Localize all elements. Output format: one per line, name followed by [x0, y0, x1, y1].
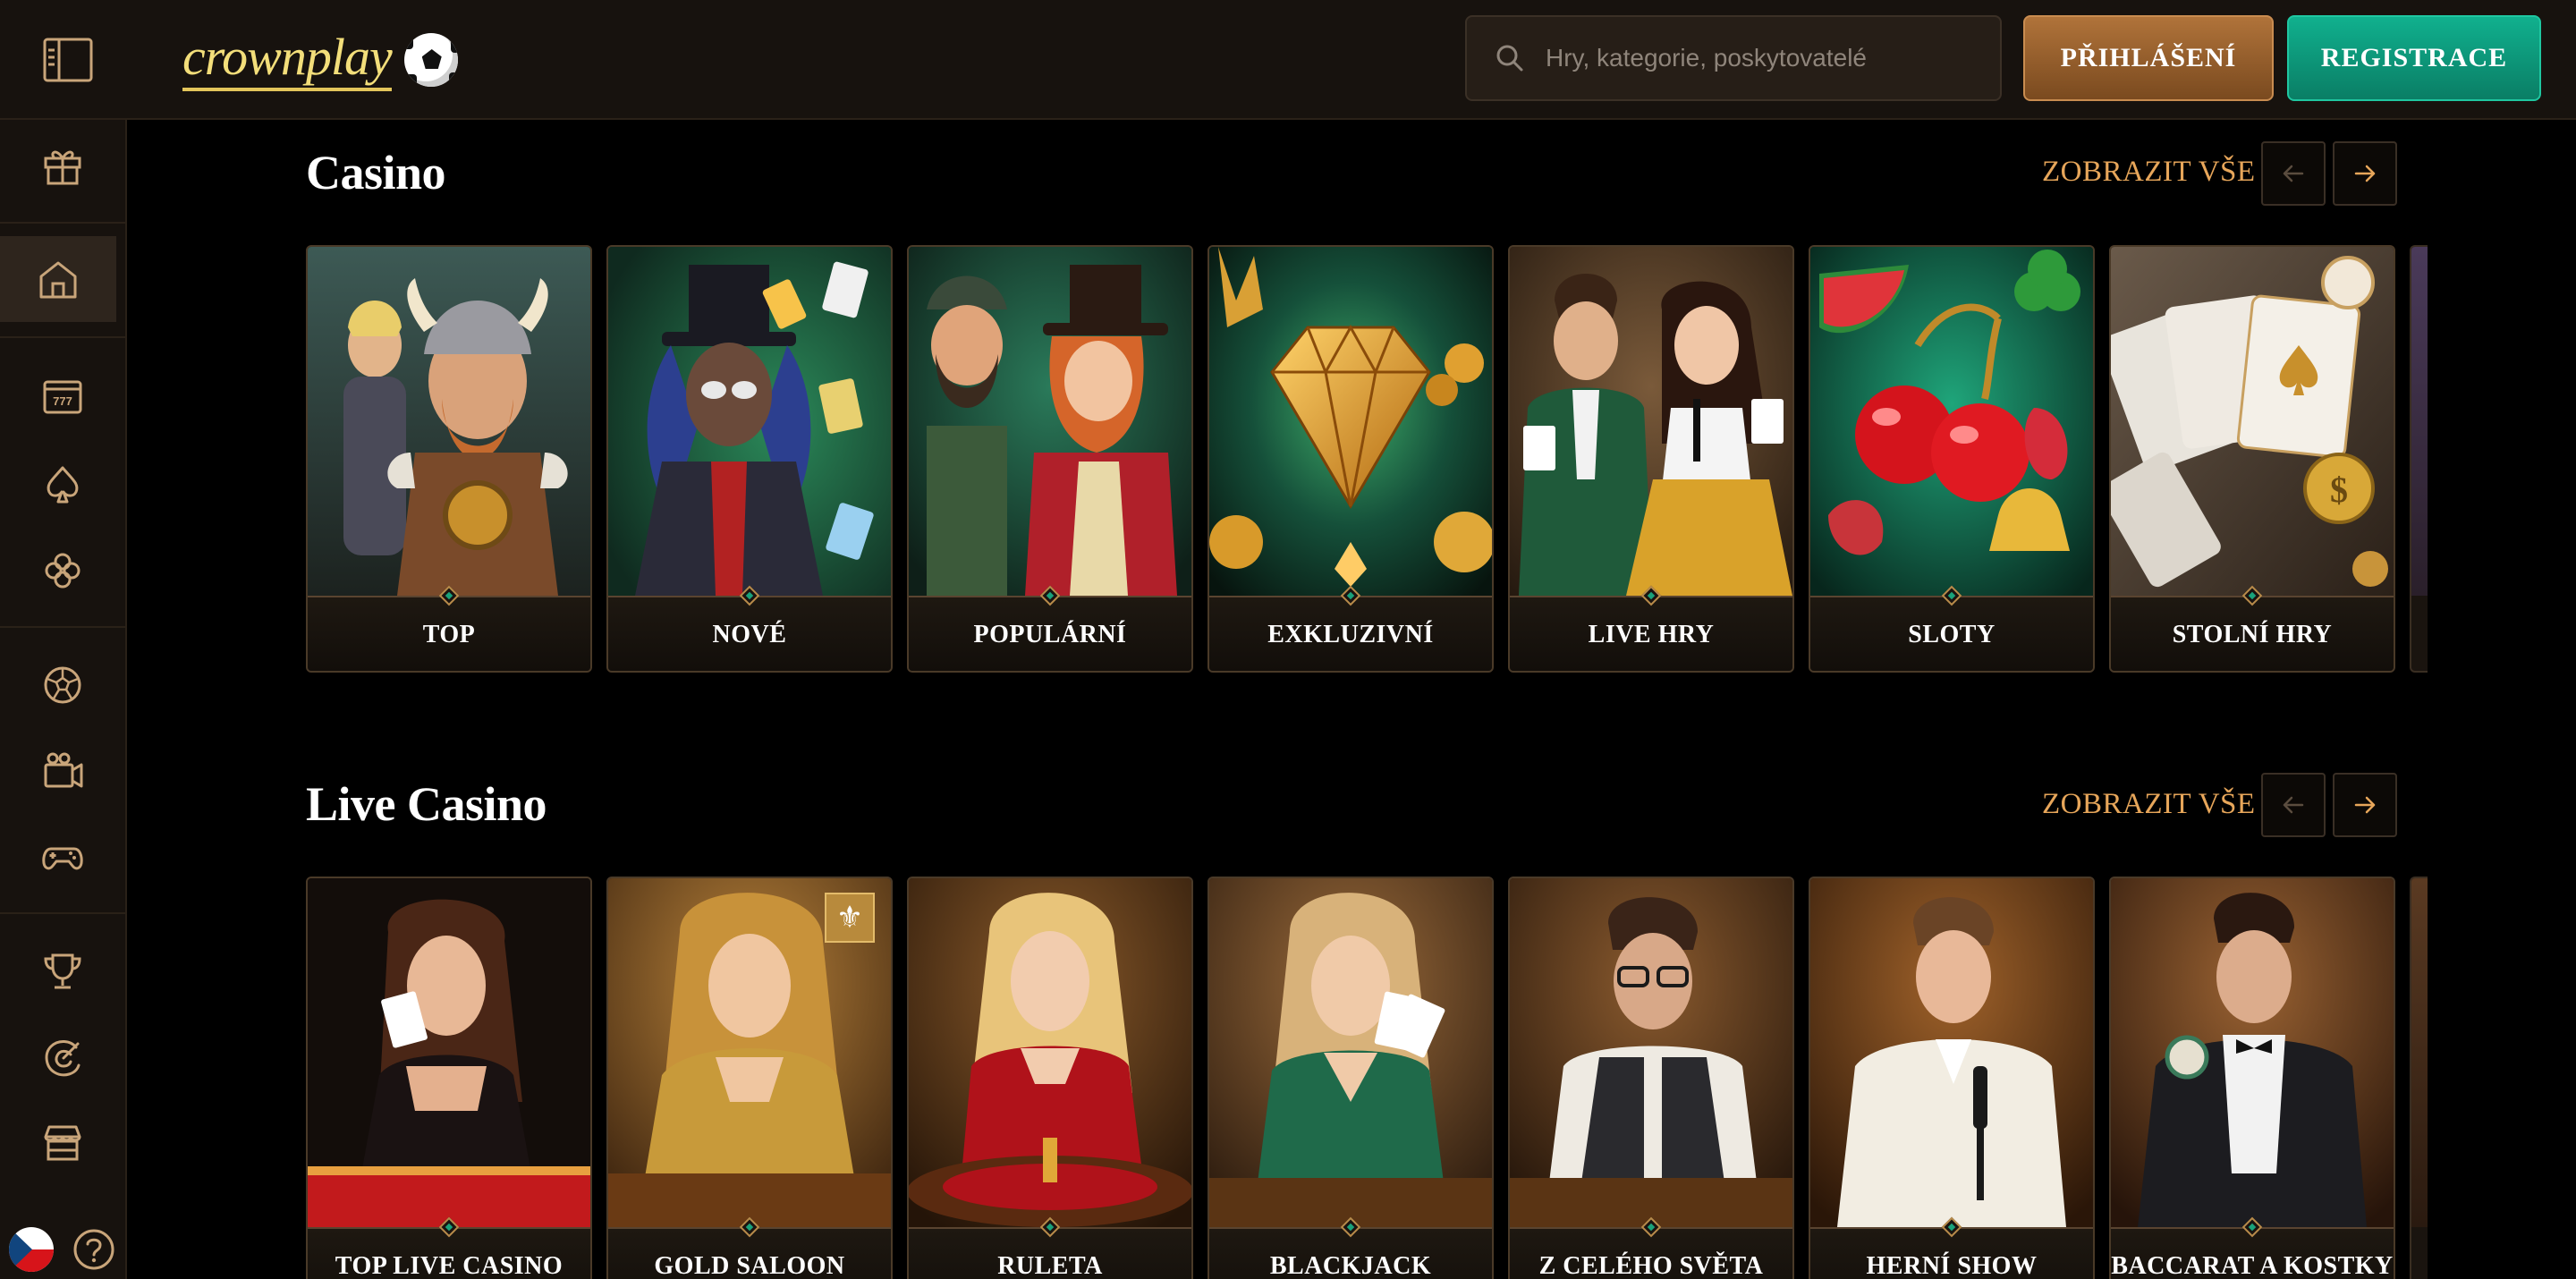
card-image-dealer-green [1209, 878, 1492, 1227]
card-image-fruits [1810, 247, 2093, 596]
login-button[interactable]: PŘIHLÁŠENÍ [2023, 15, 2274, 101]
live-card-worldwide[interactable]: Z CELÉHO SVĚTA [1508, 877, 1794, 1279]
fleur-de-lis-icon: ⚜ [825, 893, 875, 943]
soccer-ball-icon [403, 33, 458, 87]
card-image-dealer-bowtie [2111, 878, 2394, 1227]
sidebar-footer [0, 1220, 125, 1279]
arrow-left-icon [2283, 165, 2304, 182]
cz-flag-icon[interactable] [9, 1227, 54, 1272]
sidebar-item-sports[interactable] [0, 642, 125, 728]
card-image-host-white [1810, 878, 2093, 1227]
category-card-top[interactable]: TOP [306, 245, 592, 673]
live-card-blackjack[interactable]: BLACKJACK [1208, 877, 1494, 1279]
sidebar-item-table-games[interactable] [0, 442, 125, 528]
category-card-slots[interactable]: SLOTY [1809, 245, 2095, 673]
home-icon [39, 261, 77, 299]
card-image-cards: $ [2111, 247, 2394, 596]
help-icon[interactable] [72, 1227, 116, 1272]
live-casino-prev-button[interactable] [2261, 773, 2326, 837]
register-button[interactable]: REGISTRACE [2287, 15, 2541, 101]
casino-prev-button[interactable] [2261, 141, 2326, 206]
logo-text: crownplay [182, 29, 393, 91]
arrow-left-icon [2283, 796, 2304, 814]
card-image-dealer-vest [1510, 878, 1792, 1227]
card-label: EXKLUZIVNÍ [1209, 596, 1492, 671]
sidebar-item-shop[interactable] [0, 1100, 125, 1186]
sidebar-item-live-tv[interactable] [0, 728, 125, 814]
category-card-table-games[interactable]: $ STOLNÍ HRY [2109, 245, 2395, 673]
card-label: POPULÁRNÍ [909, 596, 1191, 671]
sidebar-item-home[interactable] [0, 236, 116, 322]
svg-text:777: 777 [53, 394, 72, 408]
live-casino-view-all-link[interactable]: ZOBRAZIT VŠE [2042, 788, 2256, 821]
sidebar-toggle-icon[interactable] [41, 36, 95, 84]
category-card-new[interactable]: NOVÉ [606, 245, 893, 673]
card-image-diamond [1209, 247, 1492, 596]
gamepad-icon [42, 847, 83, 870]
category-card-live-games[interactable]: LIVE HRY [1508, 245, 1794, 673]
category-card-exclusive[interactable]: EXKLUZIVNÍ [1208, 245, 1494, 673]
casino-view-all-link[interactable]: ZOBRAZIT VŠE [2042, 156, 2256, 189]
card-label: TOP [308, 596, 590, 671]
sidebar: 777 [0, 120, 127, 1279]
live-card-game-show[interactable]: HERNÍ SHOW [1809, 877, 2095, 1279]
card-label: NOVÉ [608, 596, 891, 671]
category-card-next-partial[interactable] [2410, 245, 2428, 673]
card-label: SLOTY [1810, 596, 2093, 671]
search-box[interactable] [1465, 15, 2002, 101]
arrow-right-icon [2354, 796, 2376, 814]
live-card-gold-saloon[interactable]: ⚜ GOLD SALOON [606, 877, 893, 1279]
casino-next-button[interactable] [2333, 141, 2397, 206]
slot-machine-icon: 777 [43, 380, 82, 414]
gift-icon [44, 150, 81, 185]
card-image-viking [308, 247, 590, 596]
sidebar-item-tournaments[interactable] [0, 928, 125, 1014]
live-casino-section-title: Live Casino [306, 777, 547, 831]
live-card-roulette[interactable]: RULETA [907, 877, 1193, 1279]
live-card-baccarat[interactable]: BACCARAT A KOSTKY [2109, 877, 2395, 1279]
sidebar-item-loyalty[interactable] [0, 1014, 125, 1100]
arrow-right-icon [2354, 165, 2376, 182]
sidebar-item-games[interactable] [0, 814, 125, 900]
category-card-popular[interactable]: POPULÁRNÍ [907, 245, 1193, 673]
spade-icon [47, 466, 79, 504]
loyalty-icon [45, 1040, 80, 1077]
card-label: LIVE HRY [1510, 596, 1792, 671]
clover-icon [45, 553, 80, 589]
svg-text:$: $ [2330, 470, 2348, 510]
casino-section-title: Casino [306, 146, 446, 199]
shop-icon [44, 1125, 81, 1161]
card-image-gnome [909, 247, 1191, 596]
search-input[interactable] [1546, 44, 1975, 72]
logo[interactable]: crownplay [182, 20, 458, 100]
soccer-ball-icon [44, 666, 81, 704]
sidebar-item-slots[interactable]: 777 [0, 354, 125, 440]
sidebar-item-promotions[interactable] [0, 122, 125, 208]
card-image-dealer-black [308, 878, 590, 1227]
card-image-dealer-red [909, 878, 1191, 1227]
live-card-top-live-casino[interactable]: TOP LIVE CASINO [306, 877, 592, 1279]
tv-icon [44, 752, 83, 788]
card-label: STOLNÍ HRY [2111, 596, 2394, 671]
top-bar: crownplay PŘIHLÁŠENÍ REGISTRACE [0, 0, 2576, 120]
card-image-magician [608, 247, 891, 596]
live-casino-next-button[interactable] [2333, 773, 2397, 837]
trophy-icon [44, 953, 81, 989]
search-icon [1496, 45, 1523, 72]
sidebar-item-lucky[interactable] [0, 528, 125, 614]
card-image-dealers [1510, 247, 1792, 596]
live-card-next-partial[interactable] [2410, 877, 2428, 1279]
